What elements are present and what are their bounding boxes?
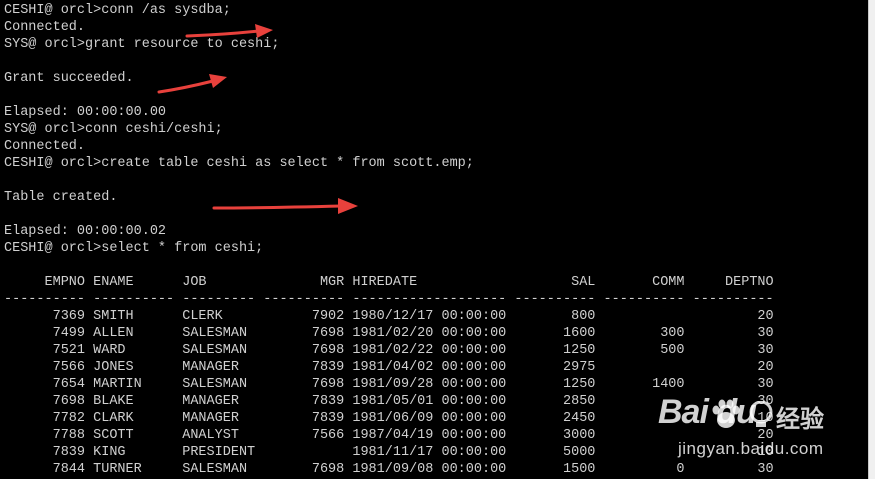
terminal-line: CESHI@ orcl>conn /as sysdba; [4,3,231,18]
annotation-arrow-icon [157,74,227,94]
vertical-scrollbar[interactable] [868,0,875,479]
table-row: 7369 SMITH CLERK 7902 1980/12/17 00:00:0… [4,309,774,324]
table-row: 7654 MARTIN SALESMAN 7698 1981/09/28 00:… [4,377,774,392]
annotation-arrow-icon [212,198,358,214]
terminal-line: Elapsed: 00:00:00.02 [4,224,167,239]
terminal-line: Grant succeeded. [4,71,134,86]
annotation-arrow-icon [185,24,273,38]
terminal-line: Elapsed: 00:00:00.00 [4,105,167,120]
table-row: 7566 JONES MANAGER 7839 1981/04/02 00:00… [4,360,774,375]
terminal-window[interactable]: CESHI@ orcl>conn /as sysdba; Connected. … [0,0,868,479]
terminal-line: SYS@ orcl>conn ceshi/ceshi; [4,122,223,137]
watermark-chinese-text: 经验 [776,405,824,433]
terminal-line: Connected. [4,20,86,35]
paw-icon [712,399,740,428]
table-row: 7521 WARD SALESMAN 7698 1981/02/22 00:00… [4,343,774,358]
lightbulb-icon [749,401,773,427]
table-separator-row: ---------- ---------- --------- --------… [4,292,774,307]
terminal-line: SYS@ orcl>grant resource to ceshi; [4,37,280,52]
table-row: 7499 ALLEN SALESMAN 7698 1981/02/20 00:0… [4,326,774,341]
watermark-url: jingyan.baidu.com [678,439,824,458]
table-header-row: EMPNO ENAME JOB MGR HIREDATE SAL COMM DE… [4,275,774,290]
terminal-line: CESHI@ orcl>create table ceshi as select… [4,156,474,171]
terminal-line: Table created. [4,190,118,205]
terminal-line: Connected. [4,139,86,154]
baidu-jingyan-watermark: Bai du 经验 jingyan.baidu.com [658,393,858,471]
terminal-line: CESHI@ orcl>select * from ceshi; [4,241,264,256]
